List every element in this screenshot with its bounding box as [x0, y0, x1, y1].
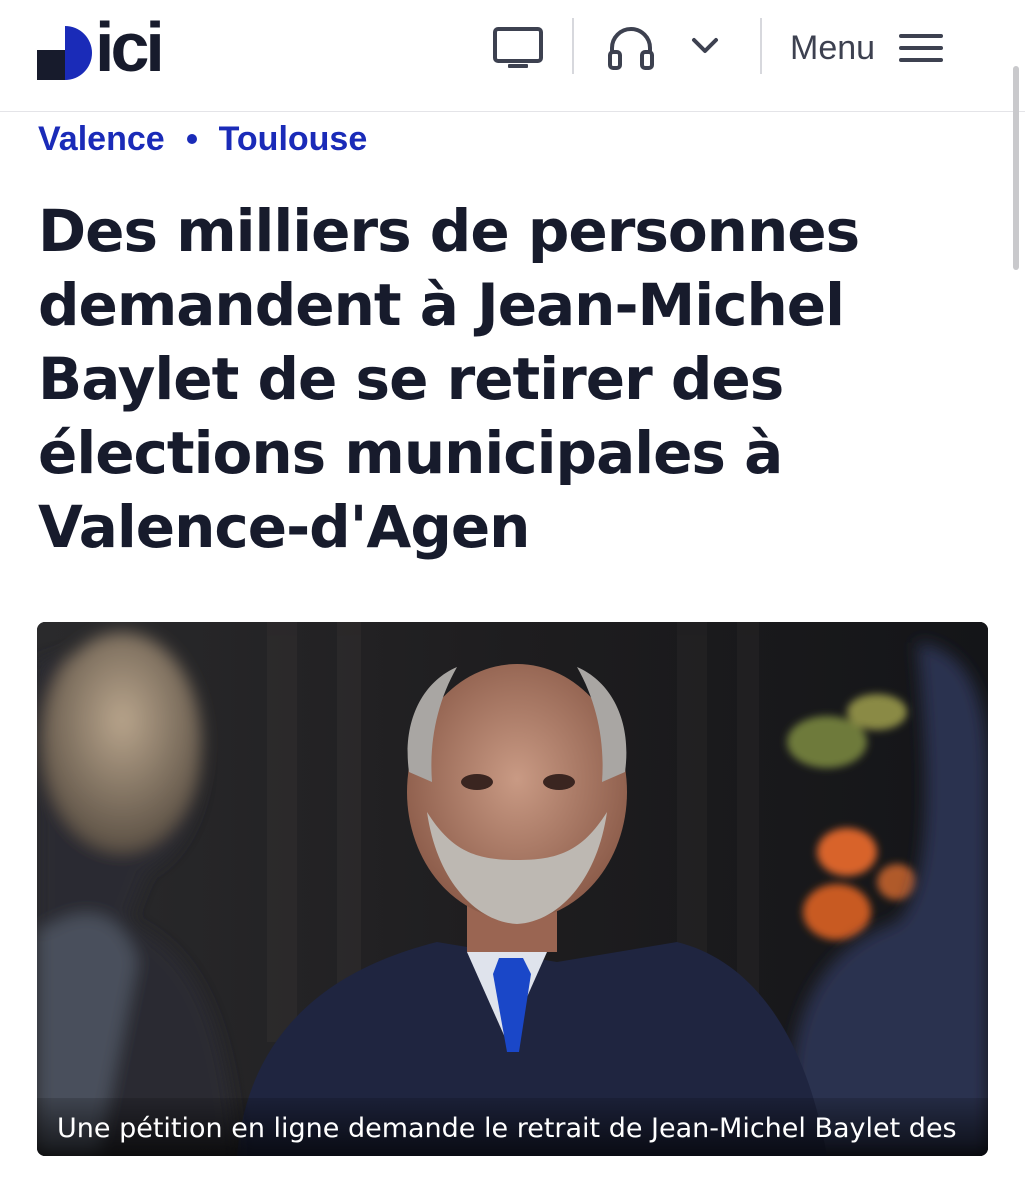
menu-button[interactable]: Menu	[790, 24, 960, 72]
tv-icon[interactable]	[492, 26, 544, 70]
page-scrollbar[interactable]	[1013, 66, 1019, 270]
header-divider	[760, 18, 762, 74]
breadcrumb-link-valence[interactable]: Valence	[38, 120, 165, 159]
hamburger-icon	[899, 34, 944, 62]
chevron-down-icon[interactable]	[690, 36, 720, 56]
breadcrumb-link-toulouse[interactable]: Toulouse	[219, 120, 368, 159]
breadcrumb: Valence Toulouse	[38, 118, 367, 160]
headphones-icon[interactable]	[606, 24, 656, 70]
logo-text: ici	[95, 8, 165, 86]
site-header: ici Menu	[0, 0, 1025, 112]
breadcrumb-separator	[186, 134, 197, 144]
image-caption: Une pétition en ligne demande le retrait…	[57, 1113, 967, 1144]
hero-photo	[37, 622, 988, 1156]
article-hero-image[interactable]: Une pétition en ligne demande le retrait…	[37, 622, 988, 1156]
header-divider	[572, 18, 574, 74]
logo-mark-icon	[37, 26, 92, 80]
ici-logo[interactable]: ici	[37, 12, 177, 84]
menu-label: Menu	[790, 28, 876, 67]
article-title: Des milliers de personnes demandent à Je…	[38, 197, 860, 561]
